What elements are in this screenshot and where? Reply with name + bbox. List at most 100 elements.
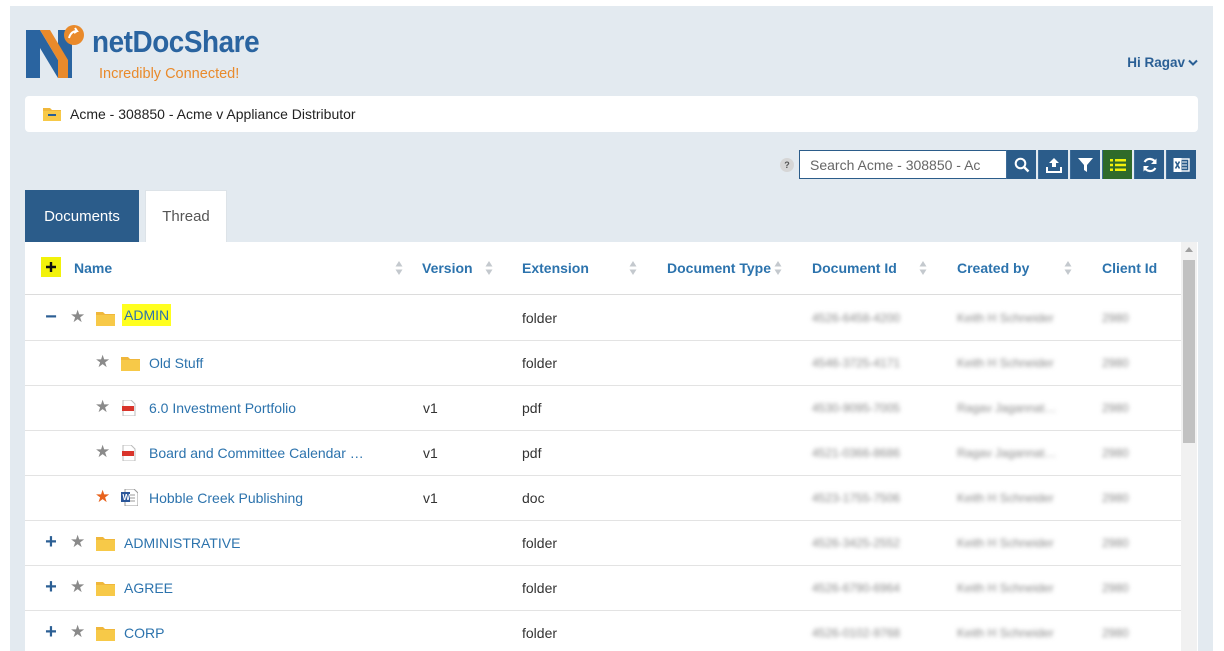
favorite-star-icon[interactable]: ★ — [95, 443, 110, 461]
row-created-by: Keith H Schneider — [957, 581, 1054, 595]
column-header-extension[interactable]: Extension — [522, 260, 589, 276]
expand-toggle[interactable]: + — [44, 532, 58, 552]
row-name-link[interactable]: ADMIN — [122, 304, 172, 326]
sort-icon[interactable] — [919, 260, 927, 276]
table-row[interactable]: + ★ CORP folder 4526-0102-9768 Keith H S… — [25, 611, 1181, 651]
favorite-star-icon[interactable]: ★ — [70, 623, 85, 641]
sort-icon[interactable] — [485, 260, 493, 276]
list-view-button[interactable] — [1102, 150, 1132, 179]
column-header-document-type[interactable]: Document Type — [667, 260, 771, 276]
favorite-star-icon[interactable]: ★ — [70, 308, 85, 326]
row-extension: folder — [522, 355, 558, 371]
brand-tagline: Incredibly Connected! — [99, 66, 240, 82]
table-row[interactable]: ★ W Hobble Creek Publishing v1 doc 4523-… — [25, 476, 1181, 521]
row-extension: folder — [522, 535, 558, 551]
filter-button[interactable] — [1070, 150, 1100, 179]
breadcrumb: Acme - 308850 - Acme v Appliance Distrib… — [25, 96, 1198, 132]
logo-mark-icon — [26, 25, 84, 78]
user-menu[interactable]: Hi Ragav — [1127, 55, 1198, 70]
folder-icon — [96, 537, 115, 551]
tab-documents[interactable]: Documents — [25, 190, 139, 242]
row-name-link[interactable]: Old Stuff — [149, 355, 203, 371]
row-name-link[interactable]: CORP — [124, 625, 164, 641]
row-document-id: 4546-3725-4171 — [812, 356, 901, 370]
help-icon[interactable]: ? — [780, 158, 794, 172]
row-version: v1 — [423, 400, 438, 416]
column-header-version[interactable]: Version — [422, 260, 473, 276]
sort-icon[interactable] — [774, 260, 782, 276]
search-button[interactable] — [1006, 150, 1036, 179]
column-header-document-id[interactable]: Document Id — [812, 260, 897, 276]
expand-all-button[interactable] — [41, 257, 61, 277]
folder-icon — [121, 357, 140, 371]
favorite-star-icon[interactable]: ★ — [95, 488, 110, 506]
pdf-icon — [122, 445, 136, 461]
table-row[interactable]: + ★ ADMINISTRATIVE folder 4526-3425-2552… — [25, 521, 1181, 566]
excel-export-button[interactable] — [1166, 150, 1196, 179]
expand-toggle[interactable]: + — [44, 577, 58, 597]
row-extension: folder — [522, 580, 558, 596]
favorite-star-icon[interactable]: ★ — [70, 578, 85, 596]
table-row[interactable]: − ★ ADMIN folder 4526-6458-4200 Keith H … — [25, 296, 1181, 341]
row-name-link[interactable]: Hobble Creek Publishing — [149, 490, 303, 506]
search-icon — [1014, 157, 1029, 172]
scroll-up-arrow-icon[interactable] — [1185, 247, 1193, 252]
column-header-created-by[interactable]: Created by — [957, 260, 1029, 276]
column-header-name[interactable]: Name — [74, 260, 112, 276]
word-doc-icon: W — [121, 489, 138, 506]
row-name-link[interactable]: AGREE — [124, 580, 173, 596]
favorite-star-icon[interactable]: ★ — [95, 398, 110, 416]
row-document-id: 4526-6790-6964 — [812, 581, 901, 595]
sort-icon[interactable] — [395, 260, 403, 276]
row-version: v1 — [423, 490, 438, 506]
row-client-id: 2980 — [1102, 581, 1129, 595]
list-view-icon — [1109, 158, 1126, 171]
row-extension: pdf — [522, 400, 542, 416]
row-created-by: Ragav Jagannat… — [957, 401, 1057, 415]
row-extension: doc — [522, 490, 545, 506]
table-row[interactable]: + ★ AGREE folder 4526-6790-6964 Keith H … — [25, 566, 1181, 611]
sort-icon[interactable] — [629, 260, 637, 276]
user-greeting: Hi Ragav — [1127, 55, 1185, 70]
row-created-by: Keith H Schneider — [957, 536, 1054, 550]
documents-table: Name Version Extension Document Type Doc… — [25, 242, 1198, 651]
collapse-toggle[interactable]: − — [44, 307, 58, 327]
app-logo[interactable]: netDocShare Incredibly Connected! — [24, 20, 260, 84]
row-name-link[interactable]: ADMINISTRATIVE — [124, 535, 240, 551]
row-document-id: 4526-0102-9768 — [812, 626, 901, 640]
folder-icon — [96, 627, 115, 641]
refresh-icon — [1142, 157, 1157, 172]
tab-thread[interactable]: Thread — [145, 190, 227, 242]
row-document-id: 4526-3425-2552 — [812, 536, 901, 550]
column-header-client-id[interactable]: Client Id — [1102, 260, 1157, 276]
pdf-icon — [122, 400, 136, 416]
upload-button[interactable] — [1038, 150, 1068, 179]
sort-icon[interactable] — [1064, 260, 1072, 276]
refresh-button[interactable] — [1134, 150, 1164, 179]
row-extension: pdf — [522, 445, 542, 461]
row-client-id: 2980 — [1102, 446, 1129, 460]
plus-icon — [46, 262, 56, 272]
table-row[interactable]: ★ Old Stuff folder 4546-3725-4171 Keith … — [25, 341, 1181, 386]
folder-icon — [96, 582, 115, 596]
row-document-id: 4530-9095-7005 — [812, 401, 901, 415]
table-row[interactable]: ★ 6.0 Investment Portfolio v1 pdf 4530-9… — [25, 386, 1181, 431]
favorite-star-icon[interactable]: ★ — [95, 353, 110, 371]
upload-icon — [1045, 157, 1062, 173]
row-client-id: 2980 — [1102, 626, 1129, 640]
row-name-link[interactable]: 6.0 Investment Portfolio — [149, 400, 296, 416]
filter-icon — [1078, 157, 1093, 172]
favorite-star-icon[interactable]: ★ — [70, 533, 85, 551]
row-client-id: 2980 — [1102, 536, 1129, 550]
search-input[interactable] — [799, 150, 1006, 179]
table-header-row: Name Version Extension Document Type Doc… — [25, 242, 1181, 295]
row-document-id: 4526-6458-4200 — [812, 311, 901, 325]
expand-toggle[interactable]: + — [44, 622, 58, 642]
brand-name: netDocShare — [92, 24, 260, 59]
table-row[interactable]: ★ Board and Committee Calendar … v1 pdf … — [25, 431, 1181, 476]
folder-icon — [96, 312, 115, 326]
row-created-by: Keith H Schneider — [957, 311, 1054, 325]
row-name-link[interactable]: Board and Committee Calendar … — [149, 445, 364, 461]
breadcrumb-text: Acme - 308850 - Acme v Appliance Distrib… — [70, 106, 356, 122]
scrollbar-thumb[interactable] — [1183, 260, 1195, 443]
